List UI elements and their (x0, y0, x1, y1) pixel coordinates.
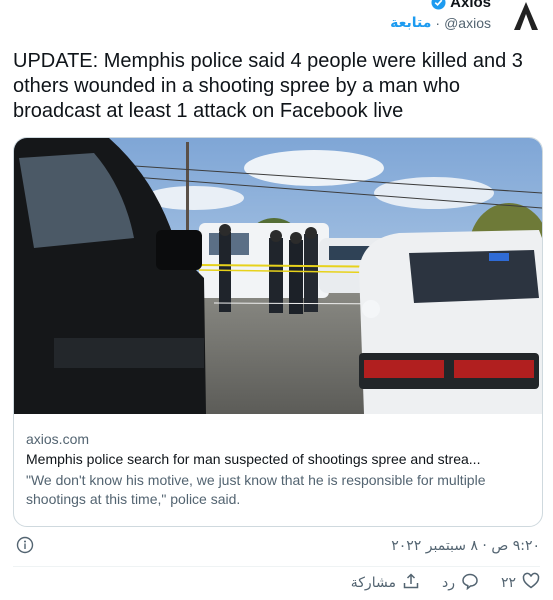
tweet-actions: ٢٢ رد مشاركة (351, 572, 540, 594)
card-title[interactable]: Memphis police search for man suspected … (26, 451, 522, 467)
author-handle[interactable]: @axios (444, 15, 491, 31)
divider (13, 566, 540, 567)
tweet-timestamp[interactable]: ٩:٢٠ ص · ٨ سبتمبر ٢٠٢٢ (391, 538, 540, 554)
info-icon[interactable] (16, 536, 34, 554)
handle-separator: · (435, 14, 441, 31)
author-name-row[interactable]: Axios (431, 0, 491, 11)
card-meta[interactable]: axios.com Memphis police search for man … (26, 431, 530, 509)
author-display-name[interactable]: Axios (450, 0, 491, 11)
heart-icon (522, 572, 540, 594)
share-button[interactable]: مشاركة (351, 572, 420, 594)
article-photo[interactable] (14, 138, 542, 414)
axios-logo-icon[interactable] (505, 0, 547, 38)
share-icon (402, 572, 420, 594)
follow-button[interactable]: متابعة (390, 14, 431, 31)
link-preview-card[interactable]: axios.com Memphis police search for man … (13, 137, 543, 527)
card-description: "We don't know his motive, we just know … (26, 472, 486, 507)
reply-label: رد (441, 575, 455, 591)
author-handle-row: متابعة · @axios (390, 14, 491, 31)
share-label: مشاركة (350, 575, 396, 591)
reply-button[interactable]: رد (442, 572, 479, 594)
tweet-header: Axios متابعة · @axios (0, 0, 553, 40)
card-domain: axios.com (26, 431, 90, 447)
like-button[interactable]: ٢٢ (501, 572, 540, 594)
reply-icon (461, 572, 479, 594)
verified-badge-icon (431, 0, 446, 10)
like-count: ٢٢ (500, 575, 516, 591)
tweet-text: UPDATE: Memphis police said 4 people wer… (13, 50, 523, 122)
